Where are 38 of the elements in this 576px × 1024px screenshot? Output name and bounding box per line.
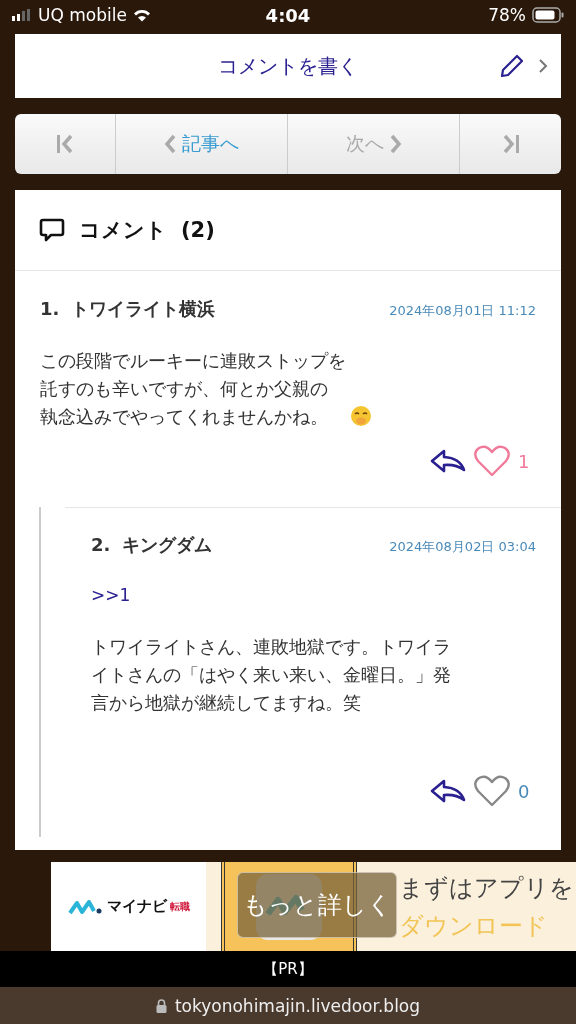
comment-date: 2024年08月01日 11:12 bbox=[389, 302, 536, 320]
reply-icon[interactable] bbox=[430, 779, 466, 803]
chevron-right-icon bbox=[538, 58, 548, 74]
comment-text: この段階でルーキーに連敗ストップを 託すのも辛いですが、何とか父親の 執念込みでやってくれませんかね。 bbox=[40, 349, 346, 429]
clock-time: 4:04 bbox=[265, 4, 311, 26]
comment-number: 1. bbox=[40, 298, 60, 319]
signal-icon bbox=[12, 9, 32, 21]
comment-text: トワイライトさん、連敗地獄です。トワイラ イトさんの「はやく来い来い、金曜日。」発 言から地獄が継続してますね。笑 bbox=[91, 635, 451, 715]
carrier-name: UQ mobile bbox=[38, 5, 127, 25]
comment-date: 2024年08月02日 03:04 bbox=[389, 538, 536, 556]
chevron-right-icon bbox=[389, 134, 402, 154]
write-comment-button[interactable]: コメントを書く bbox=[15, 34, 561, 98]
heart-icon[interactable] bbox=[474, 775, 510, 807]
ad-label: 【PR】 bbox=[263, 959, 313, 979]
battery-percent: 78% bbox=[488, 5, 526, 25]
section-title: コメント bbox=[79, 217, 167, 244]
like-count: 1 bbox=[518, 450, 531, 472]
ad-headline: まずはアプリを bbox=[399, 873, 574, 904]
comment-number: 2. bbox=[91, 534, 111, 555]
like-count: 0 bbox=[518, 780, 531, 802]
comment-count: (2) bbox=[181, 218, 215, 242]
brand-name: マイナビ bbox=[106, 897, 167, 916]
heart-icon[interactable] bbox=[474, 445, 510, 477]
brand-subtitle: 転職 bbox=[169, 899, 190, 914]
reply-anchor-link[interactable]: >>1 bbox=[91, 585, 131, 605]
chevron-left-icon bbox=[164, 134, 176, 154]
lock-icon bbox=[155, 998, 167, 1013]
pencil-icon bbox=[499, 53, 525, 79]
learn-more-button[interactable]: もっと詳しく bbox=[237, 872, 397, 938]
wave-logo-icon bbox=[67, 897, 104, 916]
battery-icon bbox=[532, 7, 564, 23]
commenter-name: トワイライト横浜 bbox=[71, 297, 216, 321]
site-address: tokyonohimajin.livedoor.blog bbox=[174, 995, 421, 1016]
reply-icon[interactable] bbox=[430, 449, 466, 473]
wifi-icon bbox=[132, 8, 151, 22]
ad-download-text: ダウンロード bbox=[399, 911, 549, 942]
commenter-name: キングダム bbox=[122, 533, 213, 557]
speech-bubble-icon bbox=[39, 217, 65, 243]
